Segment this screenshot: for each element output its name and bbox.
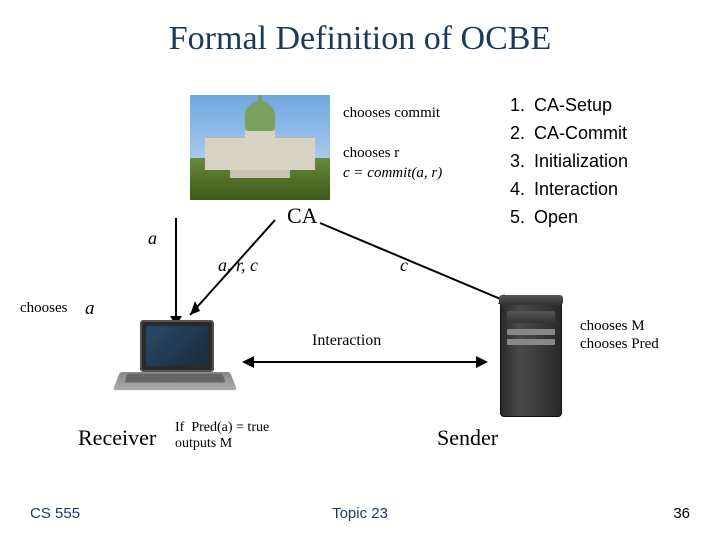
footer-page-number: 36 — [673, 505, 690, 522]
footer-topic: Topic 23 — [0, 505, 720, 522]
receiver-laptop-image — [120, 320, 230, 400]
label-commit-formula: c = commit(a, r) — [343, 165, 442, 182]
label-interaction: Interaction — [312, 332, 381, 350]
label-receiver-role: Receiver — [78, 425, 156, 451]
step-1: 1.CA-Setup — [510, 92, 628, 120]
label-chooses-m: chooses M — [580, 318, 645, 335]
label-sender-role: Sender — [437, 425, 498, 451]
ca-building-image — [190, 95, 330, 200]
step-3: 3.Initialization — [510, 148, 628, 176]
label-chooses-pred: chooses Pred — [580, 336, 659, 353]
slide-root: Formal Definition of OCBE chooses commit… — [0, 0, 720, 540]
label-chooses-commit: chooses commit — [343, 105, 440, 122]
label-chooses-a-var: a — [85, 298, 95, 320]
step-2: 2.CA-Commit — [510, 120, 628, 148]
arrow-ca-to-receiver — [175, 215, 295, 330]
label-chooses-r: chooses r — [343, 145, 399, 162]
label-chooses-a-word: chooses — [20, 300, 68, 317]
arrow-interaction — [240, 352, 490, 372]
step-4: 4.Interaction — [510, 176, 628, 204]
arrow-ca-to-sender — [310, 215, 530, 315]
label-var-a-top: a — [148, 228, 157, 249]
label-if-pred: If Pred(a) = true — [175, 420, 269, 436]
slide-title: Formal Definition of OCBE — [0, 20, 720, 58]
sender-tower-image — [500, 300, 562, 417]
step-5: 5.Open — [510, 204, 628, 232]
steps-list: 1.CA-Setup 2.CA-Commit 3.Initialization … — [510, 92, 628, 231]
label-outputs-m: outputs M — [175, 436, 232, 452]
